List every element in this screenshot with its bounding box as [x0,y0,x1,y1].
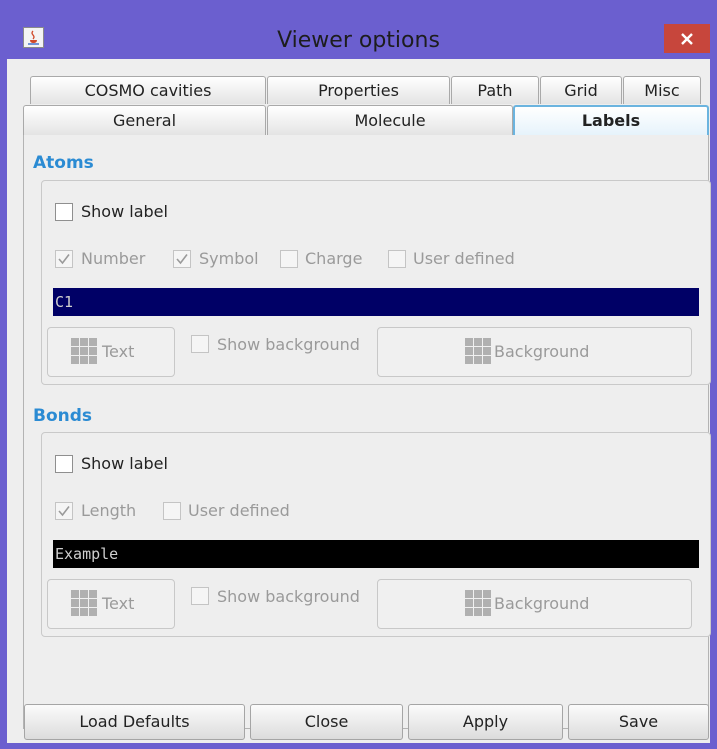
bonds-show-label-checkbox[interactable] [55,455,73,473]
window-title: Viewer options [277,28,440,53]
atoms-charge-label: Charge [305,249,363,268]
grid-icon [465,590,492,617]
load-defaults-button[interactable]: Load Defaults [24,704,245,740]
grid-icon [71,590,98,617]
tab-properties[interactable]: Properties [267,76,450,104]
atoms-background-button-label: Background [494,342,590,361]
atoms-number-checkbox[interactable] [55,250,73,268]
title-bar[interactable]: Viewer options [0,0,717,58]
atoms-show-label-label: Show label [81,202,168,221]
grid-icon [71,338,98,365]
bonds-show-label-label: Show label [81,454,168,473]
atoms-show-background-label: Show background [217,335,360,354]
atoms-label-preview: C1 [53,288,699,316]
atoms-text-button-label: Text [102,342,135,361]
close-button[interactable]: Close [250,704,403,740]
close-window-button[interactable] [664,24,710,53]
tab-label: Molecule [354,111,426,130]
apply-button[interactable]: Apply [408,704,563,740]
checkmark-icon [176,254,188,265]
bonds-section-title: Bonds [33,406,93,426]
bonds-background-button-label: Background [494,594,590,613]
atoms-user-defined-label: User defined [413,249,515,268]
bonds-background-color-button[interactable]: Background [377,579,692,629]
checkmark-icon [58,254,70,265]
bonds-length-label: Length [81,501,137,520]
tab-labels[interactable]: Labels [513,105,709,135]
tab-label: Misc [644,81,680,100]
bonds-length-checkbox[interactable] [55,502,73,520]
atoms-show-background-checkbox[interactable] [191,335,209,353]
dialog-content: COSMO cavities Properties Path Grid Misc… [7,59,711,743]
tab-label: Properties [318,81,399,100]
tab-label: General [112,111,177,130]
save-button[interactable]: Save [568,704,709,740]
bonds-user-defined-checkbox[interactable] [163,502,181,520]
tab-grid[interactable]: Grid [540,76,622,104]
tab-label: Grid [564,81,598,100]
close-icon [681,33,693,45]
atoms-user-defined-checkbox[interactable] [388,250,406,268]
bonds-label-preview: Example [53,540,699,568]
atoms-text-color-button[interactable]: Text [47,327,175,377]
tab-path[interactable]: Path [451,76,539,104]
atoms-background-color-button[interactable]: Background [377,327,692,377]
tab-general[interactable]: General [23,105,266,135]
bonds-show-background-label: Show background [217,587,360,606]
bonds-text-button-label: Text [102,594,135,613]
atoms-symbol-label: Symbol [199,249,259,268]
tab-label: Labels [581,111,641,130]
atoms-section-title: Atoms [33,153,94,173]
atoms-symbol-checkbox[interactable] [173,250,191,268]
bonds-user-defined-label: User defined [188,501,290,520]
tab-label: COSMO cavities [84,81,212,100]
checkmark-icon [58,506,70,517]
tab-label: Path [477,81,513,100]
bonds-text-color-button[interactable]: Text [47,579,175,629]
atoms-charge-checkbox[interactable] [280,250,298,268]
tab-molecule[interactable]: Molecule [267,105,513,135]
viewer-options-window: Viewer options COSMO cavities Properties… [0,0,717,749]
bonds-show-background-checkbox[interactable] [191,587,209,605]
tab-cosmo-cavities[interactable]: COSMO cavities [30,76,266,104]
atoms-number-label: Number [81,249,146,268]
atoms-show-label-checkbox[interactable] [55,203,73,221]
grid-icon [465,338,492,365]
tab-misc[interactable]: Misc [623,76,701,104]
